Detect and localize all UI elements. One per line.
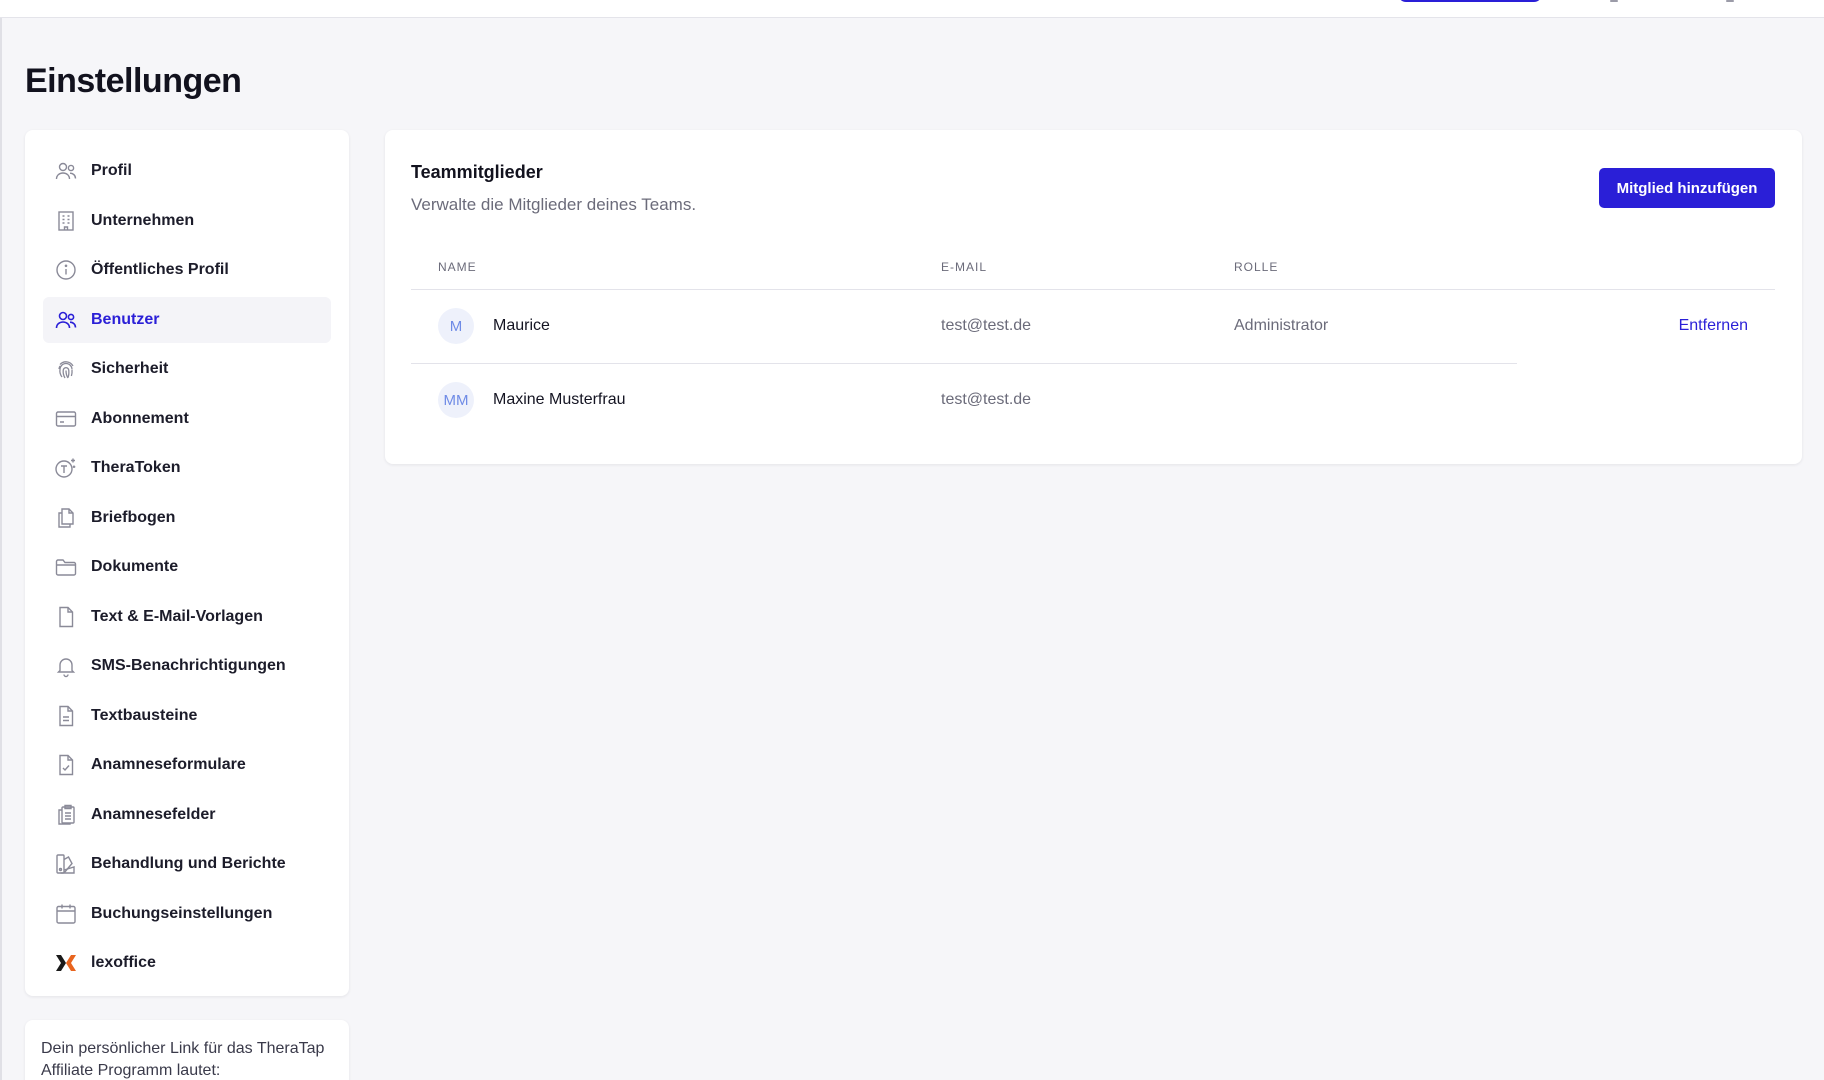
- credit-card-icon: [53, 406, 79, 432]
- sidebar-item-label: Abonnement: [91, 409, 189, 427]
- building-icon: [53, 208, 79, 234]
- lexoffice-logo-icon: [53, 950, 79, 976]
- sidebar-item-label: Textbausteine: [91, 706, 198, 724]
- sidebar-item-label: Behandlung und Berichte: [91, 855, 286, 872]
- sidebar-item-lexoffice[interactable]: lexoffice: [43, 940, 331, 986]
- token-sparkle-icon: [53, 455, 79, 481]
- info-circle-icon: [53, 257, 79, 283]
- affiliate-text: Dein persönlicher Link für das TheraTap …: [41, 1040, 325, 1079]
- sidebar-item-abonnement[interactable]: Abonnement: [43, 396, 331, 442]
- sidebar-item-label: Unternehmen: [91, 211, 195, 229]
- file-icon: [53, 604, 79, 630]
- table-row: MM Maxine Musterfrau test@test.de: [411, 364, 1775, 437]
- sidebar-item-oeffentliches-profil[interactable]: Öffentliches Profil: [43, 247, 331, 293]
- sidebar-item-label: Anamnesefelder: [91, 805, 216, 823]
- sidebar-item-anamnesefelder[interactable]: Anamnesefelder: [43, 792, 331, 838]
- documents-icon: [53, 505, 79, 531]
- sidebar-item-label: Benutzer: [91, 310, 160, 328]
- sidebar-item-sms-benachrichtigungen[interactable]: SMS-Benachrichtigungen: [43, 643, 331, 689]
- top-primary-button[interactable]: [1398, 0, 1542, 2]
- top-nav-item[interactable]: [1726, 0, 1734, 2]
- clipboard-icon: [53, 802, 79, 828]
- sidebar-item-label: TheraToken: [91, 459, 181, 476]
- avatar: M: [438, 308, 474, 344]
- column-header-name: NAME: [438, 260, 477, 274]
- fingerprint-icon: [53, 356, 79, 382]
- member-name: Maxine Musterfrau: [493, 391, 626, 408]
- page-title: Einstellungen: [25, 62, 242, 100]
- sidebar-item-benutzer[interactable]: Benutzer: [43, 296, 331, 343]
- member-email: test@test.de: [941, 317, 1032, 334]
- folder-icon: [53, 554, 79, 580]
- column-header-role: ROLLE: [1234, 260, 1279, 274]
- sidebar-item-label: Text & E-Mail-Vorlagen: [91, 607, 263, 625]
- member-email: test@test.de: [941, 391, 1032, 408]
- sidebar-item-dokumente[interactable]: Dokumente: [43, 544, 331, 590]
- sidebar-item-label: Briefbogen: [91, 508, 176, 526]
- sidebar-item-behandlung-und-berichte[interactable]: Behandlung und Berichte: [43, 841, 331, 887]
- file-check-icon: [53, 752, 79, 778]
- table-row: M Maurice test@test.de Administrator Ent…: [411, 290, 1775, 363]
- users-icon: [53, 307, 79, 333]
- sidebar-item-label: Profil: [91, 162, 132, 179]
- file-text-icon: [53, 703, 79, 729]
- sidebar-item-label: Buchungseinstellungen: [91, 904, 273, 922]
- page-left-border: [0, 0, 2, 1080]
- remove-member-link[interactable]: Entfernen: [1679, 317, 1748, 335]
- member-role: Administrator: [1234, 317, 1329, 334]
- sidebar-item-label: Dokumente: [91, 558, 179, 575]
- sidebar-item-label: Sicherheit: [91, 360, 169, 377]
- settings-sidebar: Profil Unternehmen Öffentliches Profil B…: [25, 130, 349, 996]
- sidebar-item-profil[interactable]: Profil: [43, 148, 331, 194]
- top-nav-item[interactable]: [1610, 0, 1618, 2]
- card-title: Teammitglieder: [411, 162, 543, 182]
- sidebar-item-unternehmen[interactable]: Unternehmen: [43, 198, 331, 244]
- top-navigation-bar: [0, 0, 1824, 18]
- calendar-icon: [53, 901, 79, 927]
- sidebar-item-anamneseformulare[interactable]: Anamneseformulare: [43, 742, 331, 788]
- users-icon: [53, 158, 79, 184]
- sidebar-item-buchungseinstellungen[interactable]: Buchungseinstellungen: [43, 891, 331, 937]
- bell-icon: [53, 653, 79, 679]
- sidebar-item-label: lexoffice: [91, 954, 156, 971]
- avatar: MM: [438, 382, 474, 418]
- add-member-button[interactable]: Mitglied hinzufügen: [1599, 168, 1775, 208]
- sidebar-item-sicherheit[interactable]: Sicherheit: [43, 346, 331, 392]
- member-name: Maurice: [493, 317, 550, 334]
- sidebar-item-theratoken[interactable]: TheraToken: [43, 445, 331, 491]
- swatch-icon: [53, 851, 79, 877]
- sidebar-item-label: Öffentliches Profil: [91, 261, 229, 278]
- sidebar-item-textbausteine[interactable]: Textbausteine: [43, 693, 331, 739]
- sidebar-item-text-email-vorlagen[interactable]: Text & E-Mail-Vorlagen: [43, 594, 331, 640]
- sidebar-item-label: Anamneseformulare: [91, 756, 246, 773]
- sidebar-item-briefbogen[interactable]: Briefbogen: [43, 495, 331, 541]
- affiliate-card: Dein persönlicher Link für das TheraTap …: [25, 1020, 349, 1080]
- team-members-card: Teammitglieder Verwalte die Mitglieder d…: [385, 130, 1802, 464]
- column-header-email: E-MAIL: [941, 260, 988, 274]
- sidebar-item-label: SMS-Benachrichtigungen: [91, 657, 286, 674]
- card-subtitle: Verwalte die Mitglieder deines Teams.: [411, 195, 697, 214]
